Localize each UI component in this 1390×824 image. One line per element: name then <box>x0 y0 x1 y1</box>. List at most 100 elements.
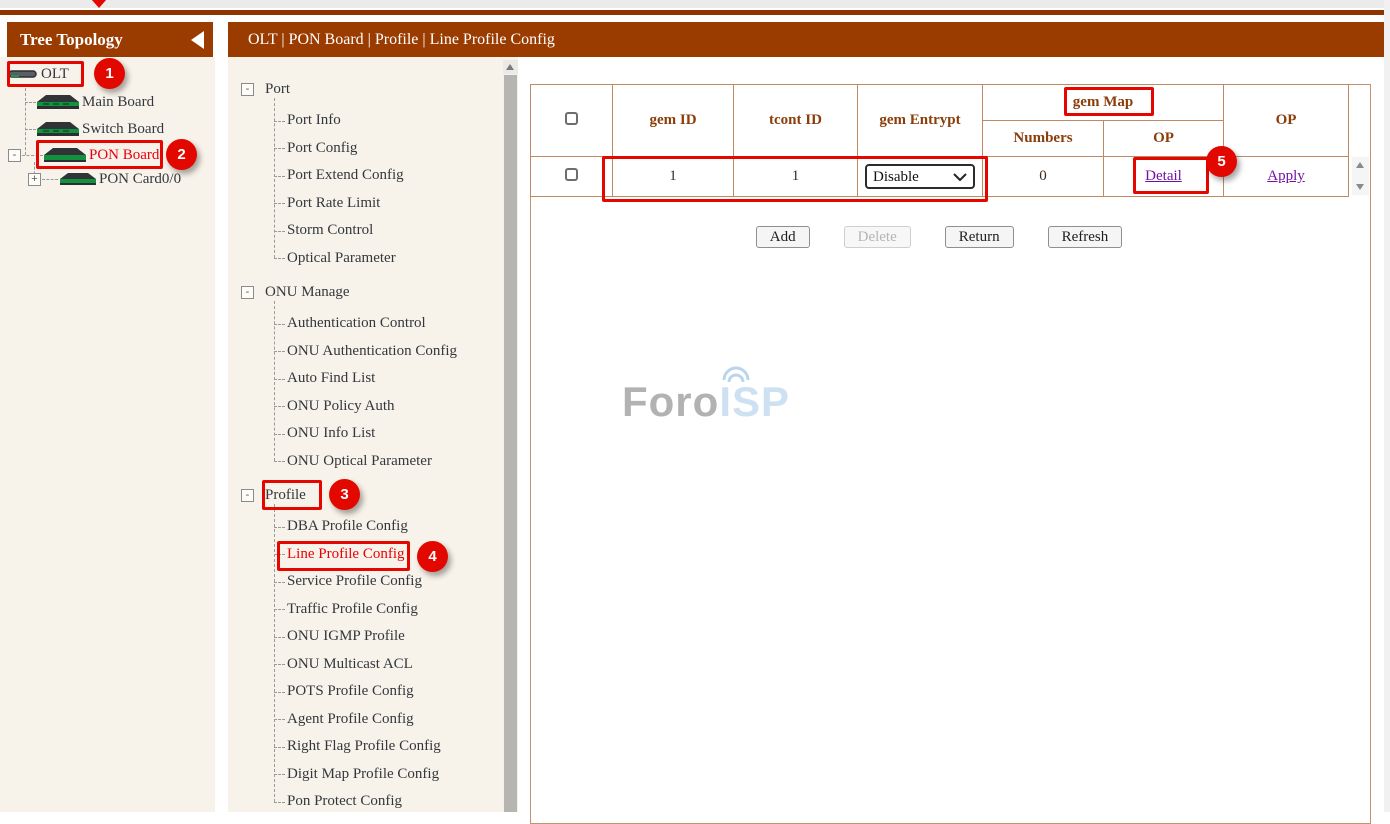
select-all-checkbox[interactable] <box>565 112 578 125</box>
nav-items-profile: DBA Profile Config Line Profile Config S… <box>228 513 518 816</box>
nav-item-storm-control[interactable]: Storm Control <box>228 217 518 245</box>
add-button[interactable]: Add <box>756 226 810 248</box>
nav-item-authentication-control[interactable]: Authentication Control <box>228 310 518 338</box>
tree-node-switch-board[interactable]: Switch Board <box>37 117 164 141</box>
op-cell: Apply <box>1224 157 1349 197</box>
olt-web-manager-page: { "sidebar": { "title": "Tree Topology",… <box>0 0 1390 812</box>
nav-group-row-profile[interactable]: - Profile <box>228 477 518 513</box>
nav-item-port-config[interactable]: Port Config <box>228 135 518 163</box>
nav-item-onu-multicast-acl[interactable]: ONU Multicast ACL <box>228 651 518 679</box>
tree-node-olt[interactable]: OLT <box>8 62 69 86</box>
collapse-minus-icon[interactable]: - <box>8 149 21 162</box>
table-body-scrollbar[interactable] <box>1352 157 1369 195</box>
detail-link[interactable]: Detail <box>1145 168 1182 184</box>
breadcrumb-bar: OLT | PON Board | Profile | Line Profile… <box>228 22 1384 57</box>
nav-group-profile: - Profile DBA Profile Config Line Profil… <box>228 477 518 816</box>
tree-node-label: OLT <box>41 66 69 83</box>
antenna-waves-icon <box>714 362 758 384</box>
nav-group-row-port[interactable]: - Port <box>228 71 518 107</box>
nav-item-onu-igmp-profile[interactable]: ONU IGMP Profile <box>228 623 518 651</box>
tcont-id-cell: 1 <box>734 157 858 197</box>
up-arrow-icon <box>1356 162 1364 168</box>
olt-device-icon <box>8 68 38 80</box>
tree-node-label: PON Board <box>89 147 159 164</box>
map-numbers-cell: 0 <box>983 157 1104 197</box>
tree-node-pon-board[interactable]: PON Board <box>44 143 159 167</box>
nav-item-digit-map-profile-config[interactable]: Digit Map Profile Config <box>228 761 518 789</box>
row-checkbox[interactable] <box>565 168 578 181</box>
tree-node-pon-card[interactable]: PON Card0/0 <box>60 167 181 191</box>
nav-group-row-onu-manage[interactable]: - ONU Manage <box>228 274 518 310</box>
nav-group-label: Port <box>265 81 290 98</box>
nav-item-service-profile-config[interactable]: Service Profile Config <box>228 568 518 596</box>
column-header-op: OP <box>1224 85 1349 157</box>
nav-items-port: Port Info Port Config Port Extend Config… <box>228 107 518 272</box>
delete-button[interactable]: Delete <box>844 226 911 248</box>
tree-topology-header: Tree Topology <box>7 22 213 57</box>
top-divider-line <box>0 10 1390 15</box>
nav-item-pots-profile-config[interactable]: POTS Profile Config <box>228 678 518 706</box>
table-toolbar: Add Delete Return Refresh <box>530 226 1348 248</box>
gem-config-table-body: 1 1 Disable 0 Detail Apply <box>530 156 1349 197</box>
nav-item-optical-parameter[interactable]: Optical Parameter <box>228 245 518 273</box>
nav-group-onu-manage: - ONU Manage Authentication Control ONU … <box>228 274 518 475</box>
tree-topology-panel: - + OLT Main Board Switch Board <box>0 57 215 812</box>
tree-connector <box>25 102 36 103</box>
column-header-gem-map: gem Map <box>983 85 1224 121</box>
watermark-foro-text: Foro <box>622 378 719 425</box>
apply-link[interactable]: Apply <box>1267 168 1305 184</box>
nav-item-onu-info-list[interactable]: ONU Info List <box>228 420 518 448</box>
nav-item-port-rate-limit[interactable]: Port Rate Limit <box>228 190 518 218</box>
nav-group-label: ONU Manage <box>265 284 350 301</box>
header-select-all-cell <box>531 85 613 157</box>
foroisp-watermark: ForoISP <box>622 378 790 426</box>
nav-item-port-extend-config[interactable]: Port Extend Config <box>228 162 518 190</box>
gem-config-table-header: gem ID tcont ID gem Entrypt gem Map OP N… <box>530 84 1349 157</box>
table-row: 1 1 Disable 0 Detail Apply <box>531 157 1349 197</box>
nav-scrollbar[interactable] <box>503 60 518 812</box>
collapse-minus-icon[interactable]: - <box>241 489 254 502</box>
nav-item-dba-profile-config[interactable]: DBA Profile Config <box>228 513 518 541</box>
nav-item-pon-protect-config[interactable]: Pon Protect Config <box>228 788 518 816</box>
tree-node-label: PON Card0/0 <box>99 171 181 188</box>
page-scrollbar-track[interactable] <box>1384 0 1390 812</box>
sidebar-collapse-icon[interactable] <box>191 31 204 49</box>
board-device-icon <box>44 147 86 163</box>
row-select-cell <box>531 157 613 197</box>
nav-group-label: Profile <box>265 487 306 504</box>
nav-item-agent-profile-config[interactable]: Agent Profile Config <box>228 706 518 734</box>
refresh-button[interactable]: Refresh <box>1048 226 1123 248</box>
scroll-up-icon[interactable] <box>503 60 518 74</box>
board-device-icon <box>37 121 79 137</box>
top-gray-strip <box>0 0 1390 8</box>
nav-scrollbar-thumb[interactable] <box>504 75 517 812</box>
nav-items-onu-manage: Authentication Control ONU Authenticatio… <box>228 310 518 475</box>
nav-item-port-info[interactable]: Port Info <box>228 107 518 135</box>
expand-plus-icon[interactable]: + <box>28 173 41 186</box>
collapse-minus-icon[interactable]: - <box>241 286 254 299</box>
tree-connector <box>25 88 26 155</box>
nav-item-line-profile-config[interactable]: Line Profile Config <box>228 541 518 569</box>
tree-topology-title: Tree Topology <box>20 30 123 50</box>
tree-node-label: Main Board <box>82 94 154 111</box>
column-header-numbers: Numbers <box>983 121 1104 157</box>
return-button[interactable]: Return <box>945 226 1014 248</box>
gem-id-cell: 1 <box>613 157 734 197</box>
collapse-minus-icon[interactable]: - <box>241 83 254 96</box>
nav-item-right-flag-profile-config[interactable]: Right Flag Profile Config <box>228 733 518 761</box>
nav-item-onu-authentication-config[interactable]: ONU Authentication Config <box>228 338 518 366</box>
nav-item-onu-optical-parameter[interactable]: ONU Optical Parameter <box>228 448 518 476</box>
tree-connector <box>22 155 43 156</box>
up-arrow-icon <box>506 64 514 70</box>
column-header-map-op: OP <box>1104 121 1224 157</box>
nav-item-onu-policy-auth[interactable]: ONU Policy Auth <box>228 393 518 421</box>
tree-node-main-board[interactable]: Main Board <box>37 90 154 114</box>
feature-nav-panel: - Port Port Info Port Config Port Extend… <box>228 57 518 812</box>
breadcrumb: OLT | PON Board | Profile | Line Profile… <box>248 31 555 49</box>
nav-item-auto-find-list[interactable]: Auto Find List <box>228 365 518 393</box>
gem-entrypt-select[interactable]: Disable <box>865 164 975 189</box>
nav-item-traffic-profile-config[interactable]: Traffic Profile Config <box>228 596 518 624</box>
card-device-icon <box>60 172 96 186</box>
gem-entrypt-cell: Disable <box>858 157 983 197</box>
nav-group-port: - Port Port Info Port Config Port Extend… <box>228 71 518 272</box>
